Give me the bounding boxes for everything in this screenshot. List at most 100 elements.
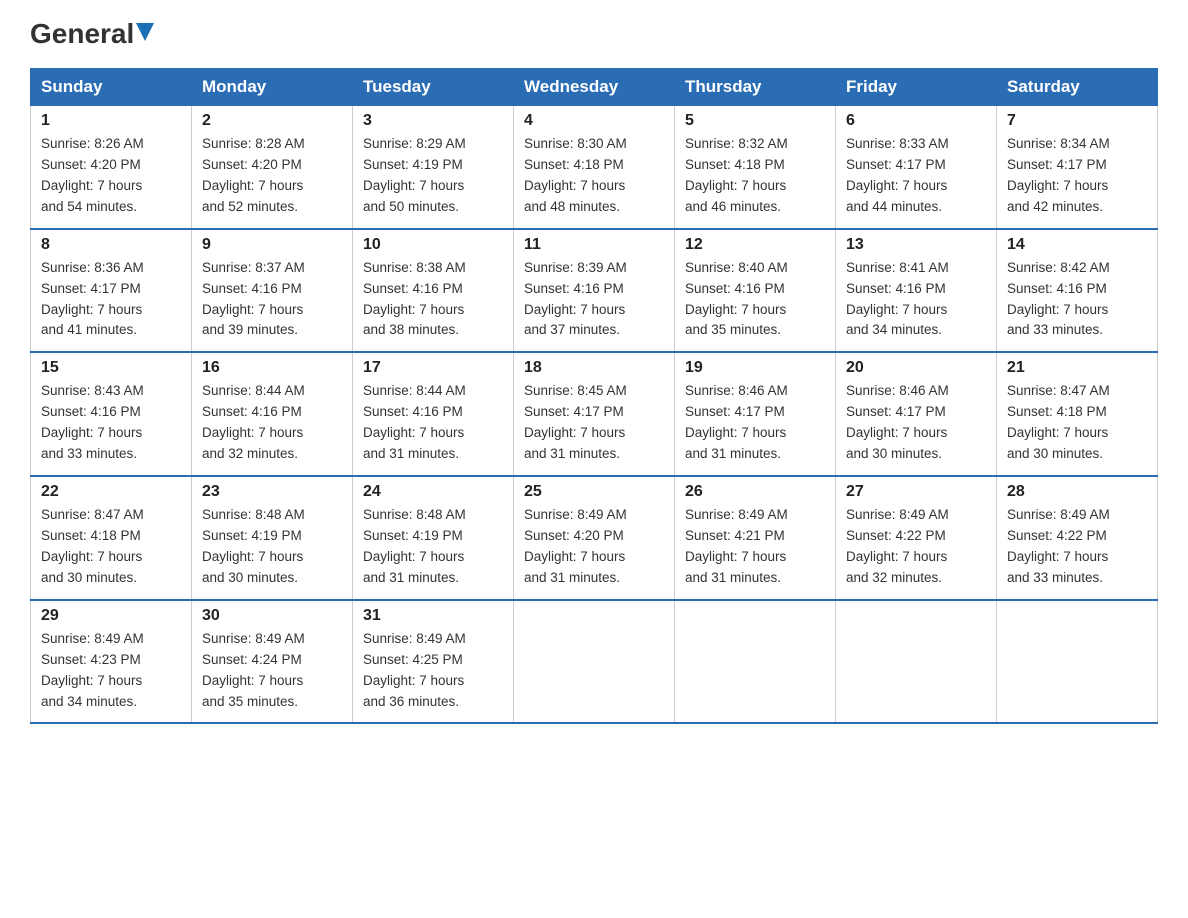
day-number: 30 [202,607,342,625]
day-number: 8 [41,236,181,254]
day-number: 31 [363,607,503,625]
calendar-cell: 25 Sunrise: 8:49 AM Sunset: 4:20 PM Dayl… [514,476,675,600]
day-number: 20 [846,359,986,377]
header-saturday: Saturday [997,69,1158,106]
calendar-cell: 27 Sunrise: 8:49 AM Sunset: 4:22 PM Dayl… [836,476,997,600]
calendar-cell: 23 Sunrise: 8:48 AM Sunset: 4:19 PM Dayl… [192,476,353,600]
calendar-cell [997,600,1158,724]
day-info: Sunrise: 8:43 AM Sunset: 4:16 PM Dayligh… [41,381,181,465]
day-number: 5 [685,112,825,130]
day-number: 7 [1007,112,1147,130]
day-info: Sunrise: 8:49 AM Sunset: 4:24 PM Dayligh… [202,629,342,713]
day-info: Sunrise: 8:30 AM Sunset: 4:18 PM Dayligh… [524,134,664,218]
day-info: Sunrise: 8:47 AM Sunset: 4:18 PM Dayligh… [41,505,181,589]
day-info: Sunrise: 8:49 AM Sunset: 4:25 PM Dayligh… [363,629,503,713]
day-number: 2 [202,112,342,130]
calendar-cell: 17 Sunrise: 8:44 AM Sunset: 4:16 PM Dayl… [353,352,514,476]
calendar-cell: 26 Sunrise: 8:49 AM Sunset: 4:21 PM Dayl… [675,476,836,600]
header-wednesday: Wednesday [514,69,675,106]
calendar-cell: 20 Sunrise: 8:46 AM Sunset: 4:17 PM Dayl… [836,352,997,476]
logo-general: General [30,20,134,48]
day-number: 9 [202,236,342,254]
week-row-3: 15 Sunrise: 8:43 AM Sunset: 4:16 PM Dayl… [31,352,1158,476]
day-number: 21 [1007,359,1147,377]
calendar-cell: 7 Sunrise: 8:34 AM Sunset: 4:17 PM Dayli… [997,106,1158,229]
calendar-cell: 12 Sunrise: 8:40 AM Sunset: 4:16 PM Dayl… [675,229,836,353]
day-info: Sunrise: 8:46 AM Sunset: 4:17 PM Dayligh… [685,381,825,465]
calendar-cell: 19 Sunrise: 8:46 AM Sunset: 4:17 PM Dayl… [675,352,836,476]
header-sunday: Sunday [31,69,192,106]
calendar-cell: 29 Sunrise: 8:49 AM Sunset: 4:23 PM Dayl… [31,600,192,724]
day-number: 10 [363,236,503,254]
calendar-cell: 1 Sunrise: 8:26 AM Sunset: 4:20 PM Dayli… [31,106,192,229]
day-number: 22 [41,483,181,501]
day-info: Sunrise: 8:40 AM Sunset: 4:16 PM Dayligh… [685,258,825,342]
day-number: 25 [524,483,664,501]
calendar-cell: 18 Sunrise: 8:45 AM Sunset: 4:17 PM Dayl… [514,352,675,476]
calendar-cell: 22 Sunrise: 8:47 AM Sunset: 4:18 PM Dayl… [31,476,192,600]
logo: General [30,20,154,48]
day-number: 6 [846,112,986,130]
week-row-2: 8 Sunrise: 8:36 AM Sunset: 4:17 PM Dayli… [31,229,1158,353]
calendar-cell [836,600,997,724]
calendar-cell: 31 Sunrise: 8:49 AM Sunset: 4:25 PM Dayl… [353,600,514,724]
day-info: Sunrise: 8:37 AM Sunset: 4:16 PM Dayligh… [202,258,342,342]
day-info: Sunrise: 8:49 AM Sunset: 4:20 PM Dayligh… [524,505,664,589]
day-number: 3 [363,112,503,130]
day-number: 14 [1007,236,1147,254]
header-tuesday: Tuesday [353,69,514,106]
calendar-cell [514,600,675,724]
day-number: 12 [685,236,825,254]
day-info: Sunrise: 8:32 AM Sunset: 4:18 PM Dayligh… [685,134,825,218]
day-number: 26 [685,483,825,501]
day-number: 15 [41,359,181,377]
day-number: 4 [524,112,664,130]
day-info: Sunrise: 8:46 AM Sunset: 4:17 PM Dayligh… [846,381,986,465]
calendar-cell: 13 Sunrise: 8:41 AM Sunset: 4:16 PM Dayl… [836,229,997,353]
day-info: Sunrise: 8:28 AM Sunset: 4:20 PM Dayligh… [202,134,342,218]
header-thursday: Thursday [675,69,836,106]
day-number: 13 [846,236,986,254]
day-number: 18 [524,359,664,377]
calendar-cell: 24 Sunrise: 8:48 AM Sunset: 4:19 PM Dayl… [353,476,514,600]
day-info: Sunrise: 8:42 AM Sunset: 4:16 PM Dayligh… [1007,258,1147,342]
calendar-cell: 3 Sunrise: 8:29 AM Sunset: 4:19 PM Dayli… [353,106,514,229]
week-row-4: 22 Sunrise: 8:47 AM Sunset: 4:18 PM Dayl… [31,476,1158,600]
day-info: Sunrise: 8:39 AM Sunset: 4:16 PM Dayligh… [524,258,664,342]
calendar-cell: 14 Sunrise: 8:42 AM Sunset: 4:16 PM Dayl… [997,229,1158,353]
day-info: Sunrise: 8:38 AM Sunset: 4:16 PM Dayligh… [363,258,503,342]
week-row-1: 1 Sunrise: 8:26 AM Sunset: 4:20 PM Dayli… [31,106,1158,229]
day-info: Sunrise: 8:49 AM Sunset: 4:21 PM Dayligh… [685,505,825,589]
day-number: 1 [41,112,181,130]
calendar-cell: 16 Sunrise: 8:44 AM Sunset: 4:16 PM Dayl… [192,352,353,476]
day-info: Sunrise: 8:45 AM Sunset: 4:17 PM Dayligh… [524,381,664,465]
header-friday: Friday [836,69,997,106]
calendar-cell: 15 Sunrise: 8:43 AM Sunset: 4:16 PM Dayl… [31,352,192,476]
day-number: 23 [202,483,342,501]
calendar-cell: 8 Sunrise: 8:36 AM Sunset: 4:17 PM Dayli… [31,229,192,353]
calendar-cell: 11 Sunrise: 8:39 AM Sunset: 4:16 PM Dayl… [514,229,675,353]
calendar-table: SundayMondayTuesdayWednesdayThursdayFrid… [30,68,1158,724]
day-info: Sunrise: 8:36 AM Sunset: 4:17 PM Dayligh… [41,258,181,342]
day-info: Sunrise: 8:33 AM Sunset: 4:17 PM Dayligh… [846,134,986,218]
day-number: 17 [363,359,503,377]
day-number: 24 [363,483,503,501]
calendar-cell: 9 Sunrise: 8:37 AM Sunset: 4:16 PM Dayli… [192,229,353,353]
day-info: Sunrise: 8:47 AM Sunset: 4:18 PM Dayligh… [1007,381,1147,465]
day-info: Sunrise: 8:49 AM Sunset: 4:23 PM Dayligh… [41,629,181,713]
calendar-cell: 4 Sunrise: 8:30 AM Sunset: 4:18 PM Dayli… [514,106,675,229]
header-monday: Monday [192,69,353,106]
day-info: Sunrise: 8:48 AM Sunset: 4:19 PM Dayligh… [363,505,503,589]
day-info: Sunrise: 8:29 AM Sunset: 4:19 PM Dayligh… [363,134,503,218]
day-number: 11 [524,236,664,254]
calendar-header-row: SundayMondayTuesdayWednesdayThursdayFrid… [31,69,1158,106]
day-info: Sunrise: 8:49 AM Sunset: 4:22 PM Dayligh… [1007,505,1147,589]
calendar-cell: 30 Sunrise: 8:49 AM Sunset: 4:24 PM Dayl… [192,600,353,724]
day-info: Sunrise: 8:44 AM Sunset: 4:16 PM Dayligh… [202,381,342,465]
day-number: 29 [41,607,181,625]
page-header: General [30,20,1158,48]
day-info: Sunrise: 8:48 AM Sunset: 4:19 PM Dayligh… [202,505,342,589]
day-info: Sunrise: 8:44 AM Sunset: 4:16 PM Dayligh… [363,381,503,465]
calendar-cell: 5 Sunrise: 8:32 AM Sunset: 4:18 PM Dayli… [675,106,836,229]
day-number: 16 [202,359,342,377]
